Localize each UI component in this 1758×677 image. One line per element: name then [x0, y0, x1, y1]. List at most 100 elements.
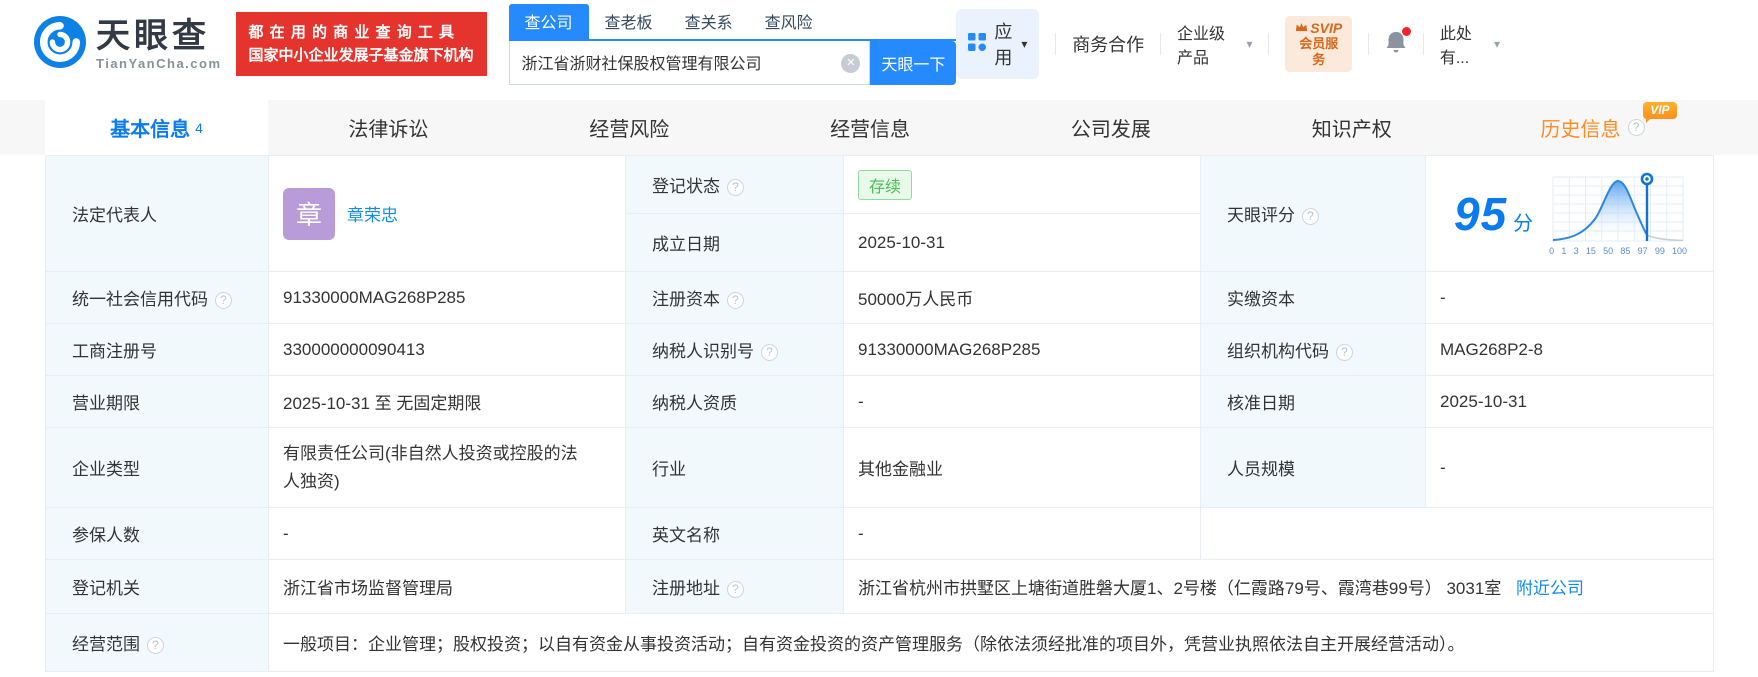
tab-operating-info[interactable]: 经营信息 [750, 100, 991, 155]
field-label-taxpayer-id: 纳税人识别号? [626, 324, 844, 376]
search-tab-risk[interactable]: 查风险 [749, 4, 829, 39]
search-tabs: 查公司 查老板 查关系 查风险 [509, 4, 957, 41]
search-input[interactable] [509, 41, 871, 85]
score-unit: 分 [1513, 207, 1533, 236]
tab-operating-risk[interactable]: 经营风险 [509, 100, 750, 155]
field-value-score: 95 分 [1426, 156, 1714, 272]
legal-rep-name-link[interactable]: 章荣忠 [347, 201, 398, 226]
help-icon[interactable]: ? [727, 581, 744, 598]
field-label-score: 天眼评分? [1201, 156, 1426, 272]
search-button[interactable]: 天眼一下 [870, 41, 956, 85]
field-label-reg-number: 工商注册号 [46, 324, 269, 376]
tab-label: 历史信息 [1541, 113, 1621, 142]
field-label-insured-count: 参保人数 [46, 508, 269, 560]
tab-basic-info[interactable]: 基本信息 4 [45, 100, 268, 155]
field-value-taxpayer-id: 91330000MAG268P285 [844, 324, 1201, 376]
tab-legal-litigation[interactable]: 法律诉讼 [268, 100, 509, 155]
top-nav: 应用 ▾ 商务合作 企业级产品 ▾ SVIP 会员服务 [956, 9, 1500, 79]
clear-search-icon[interactable]: ✕ [841, 54, 860, 73]
divider [1423, 33, 1424, 55]
company-info-table: 法定代表人 章 章荣忠 登记状态? 存续 天眼评分? 95 分 [45, 155, 1714, 672]
slogan-line2: 国家中小企业发展子基金旗下机构 [249, 44, 474, 67]
tab-history-info[interactable]: VIP 历史信息 ? [1472, 100, 1713, 155]
field-value-business-scope: 一般项目：企业管理；股权投资；以自有资金从事投资活动；自有资金投资的资产管理服务… [269, 614, 1714, 672]
chevron-down-icon: ▾ [1494, 37, 1500, 51]
field-label-approval-date: 核准日期 [1201, 376, 1426, 428]
field-label-staff-size: 人员规模 [1201, 428, 1426, 508]
divider [1055, 33, 1056, 55]
field-value-staff-size: - [1426, 428, 1714, 508]
field-label-reg-status: 登记状态? [626, 156, 844, 214]
help-icon[interactable]: ? [761, 344, 778, 361]
help-icon[interactable]: ? [727, 292, 744, 309]
field-label-reg-capital: 注册资本? [626, 272, 844, 324]
divider [1268, 33, 1269, 55]
field-value-reg-authority: 浙江省市场监督管理局 [269, 560, 626, 614]
svip-sublabel: 会员服务 [1295, 36, 1342, 68]
notification-dot [1402, 27, 1411, 36]
user-name: 此处有... [1440, 20, 1488, 68]
search-tab-boss[interactable]: 查老板 [589, 4, 669, 39]
help-icon[interactable]: ? [215, 292, 232, 309]
field-value-reg-address: 浙江省杭州市拱墅区上塘街道胜磐大厦1、2号楼（仁霞路79号、霞湾巷99号） 30… [844, 560, 1714, 614]
basic-info-card: 法定代表人 章 章荣忠 登记状态? 存续 天眼评分? 95 分 [45, 155, 1713, 672]
field-value-taxpayer-qual: - [844, 376, 1201, 428]
field-label-paid-capital: 实缴资本 [1201, 272, 1426, 324]
divider [1160, 33, 1161, 55]
divider [1368, 33, 1369, 55]
header: 天眼查 TianYanCha.com 都 在 用 的 商 业 查 询 工 具 国… [0, 0, 1758, 88]
field-label-industry: 行业 [626, 428, 844, 508]
nearby-companies-link[interactable]: 附近公司 [1516, 579, 1584, 598]
field-value-english-name: - [844, 508, 1201, 560]
field-value-reg-capital: 50000万人民币 [844, 272, 1201, 324]
tab-intellectual-property[interactable]: 知识产权 [1231, 100, 1472, 155]
tianyancha-logo-icon [34, 16, 86, 73]
field-value-reg-status: 存续 [844, 156, 1201, 214]
notifications-bell-icon[interactable] [1385, 30, 1407, 59]
field-value-legal-rep: 章 章荣忠 [269, 156, 626, 272]
score-value: 95 [1454, 187, 1507, 241]
field-label-est-date: 成立日期 [626, 214, 844, 272]
tab-label: 基本信息 [110, 113, 190, 142]
legal-rep-avatar[interactable]: 章 [283, 188, 335, 240]
field-value-est-date: 2025-10-31 [844, 214, 1201, 272]
help-icon[interactable]: ? [147, 637, 164, 654]
help-icon[interactable]: ? [1628, 119, 1645, 136]
field-label-company-type: 企业类型 [46, 428, 269, 508]
vip-badge: VIP [1643, 102, 1676, 119]
brand-name: 天眼查 [96, 18, 222, 54]
brand-domain: TianYanCha.com [96, 56, 222, 71]
field-label-credit-code: 统一社会信用代码? [46, 272, 269, 324]
svip-membership-button[interactable]: SVIP 会员服务 [1285, 16, 1352, 72]
svip-label: SVIP [1310, 20, 1342, 36]
apps-grid-icon [968, 33, 986, 56]
chevron-down-icon: ▾ [1246, 37, 1252, 51]
slogan-banner: 都 在 用 的 商 业 查 询 工 具 国家中小企业发展子基金旗下机构 [236, 12, 487, 76]
tab-count: 4 [195, 120, 203, 136]
tianyancha-logo[interactable]: 天眼查 TianYanCha.com [34, 16, 222, 73]
search-area: 查公司 查老板 查关系 查风险 ✕ 天眼一下 [509, 4, 957, 85]
user-account-menu[interactable]: 此处有... ▾ [1440, 20, 1500, 68]
nav-enterprise-products[interactable]: 企业级产品 ▾ [1177, 20, 1252, 68]
status-badge: 存续 [858, 170, 912, 200]
enterprise-label: 企业级产品 [1177, 20, 1240, 68]
score-chart: 01 315 5085 9799 100 [1549, 171, 1687, 256]
tab-company-development[interactable]: 公司发展 [990, 100, 1231, 155]
search-tab-company[interactable]: 查公司 [509, 4, 589, 39]
field-value-approval-date: 2025-10-31 [1426, 376, 1714, 428]
apps-menu[interactable]: 应用 ▾ [956, 9, 1039, 79]
nav-business-cooperation[interactable]: 商务合作 [1072, 31, 1144, 57]
section-tabbar: 基本信息 4 法律诉讼 经营风险 经营信息 公司发展 知识产权 VIP 历史信息… [0, 100, 1758, 155]
help-icon[interactable]: ? [1302, 208, 1319, 225]
help-icon[interactable]: ? [1336, 344, 1353, 361]
search-tab-relation[interactable]: 查关系 [669, 4, 749, 39]
field-value-paid-capital: - [1426, 272, 1714, 324]
chevron-down-icon: ▾ [1021, 37, 1027, 51]
field-value-industry: 其他金融业 [844, 428, 1201, 508]
help-icon[interactable]: ? [727, 179, 744, 196]
slogan-line1: 都 在 用 的 商 业 查 询 工 具 [249, 21, 474, 44]
empty-cell [1201, 508, 1714, 560]
field-label-english-name: 英文名称 [626, 508, 844, 560]
apps-label: 应用 [994, 18, 1017, 70]
field-label-reg-address: 注册地址? [626, 560, 844, 614]
